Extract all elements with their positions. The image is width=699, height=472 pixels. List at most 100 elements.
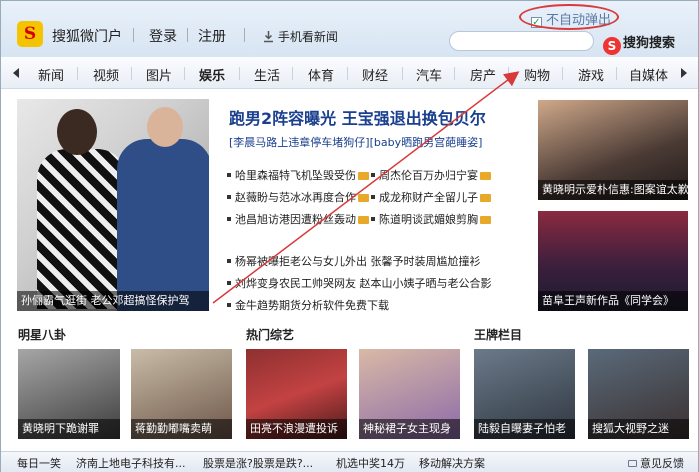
thumb-card[interactable]: 田亮不浪漫遭投诉 xyxy=(246,349,347,439)
nav-divider xyxy=(131,67,132,80)
thumb-card[interactable]: 蒋勤勤嘟嘴卖萌 xyxy=(131,349,232,439)
thumb-caption: 神秘裙子女主现身 xyxy=(359,419,460,439)
brand-title: 搜狐微门户 xyxy=(52,29,122,45)
login-link[interactable]: 登录 xyxy=(149,26,177,46)
top-bar: S 搜狐微门户 登录 注册 手机看新闻 ✓ 不自动弹出 S 搜狗搜索 xyxy=(1,1,698,57)
nav-item-entertainment[interactable]: 娱乐 xyxy=(199,65,225,84)
section-title-variety[interactable]: 热门综艺 xyxy=(246,326,294,343)
nav-item-life[interactable]: 生活 xyxy=(254,65,280,84)
register-link[interactable]: 注册 xyxy=(198,26,226,46)
thumb-card[interactable]: 神秘裙子女主现身 xyxy=(359,349,460,439)
nav-item-realestate[interactable]: 房产 xyxy=(470,65,496,84)
news-link[interactable]: 周杰伦百万办归宁宴 xyxy=(371,167,491,183)
nav-divider xyxy=(616,67,617,80)
nav-item-news[interactable]: 新闻 xyxy=(38,65,64,84)
bullet xyxy=(371,195,375,199)
nav-item-auto[interactable]: 汽车 xyxy=(416,65,442,84)
section-title-gossip[interactable]: 明星八卦 xyxy=(18,326,66,343)
nav-item-sports[interactable]: 体育 xyxy=(308,65,334,84)
news-text: 池昌旭访港因遭粉丝轰动 xyxy=(235,213,356,226)
photo-icon xyxy=(358,172,369,180)
thumb-card[interactable]: 搜狐大视野之迷 xyxy=(588,349,689,439)
thumb-card[interactable]: 黄晓明下跪谢罪 xyxy=(18,349,120,439)
bullet xyxy=(227,303,231,307)
search-input[interactable] xyxy=(449,31,594,51)
news-link[interactable]: 成龙称财产全留儿子 xyxy=(371,189,491,205)
news-link[interactable]: 金牛趋势期货分析软件免费下载 xyxy=(227,297,527,313)
right-thumb-caption: 黄晓明示爱朴信惠:图案谊太歉 xyxy=(538,180,688,200)
nav-item-finance[interactable]: 财经 xyxy=(362,65,388,84)
nav-divider xyxy=(239,67,240,80)
divider xyxy=(133,28,134,42)
status-link[interactable]: 股票是涨?股票是跌?... xyxy=(203,455,313,471)
nav-right-arrow-icon[interactable] xyxy=(681,68,687,78)
headline-subline[interactable]: [李晨马路上违章停车堵狗仔][baby晒跑男宫葩睡姿] xyxy=(229,134,482,150)
nav-divider xyxy=(562,67,563,80)
photo-icon xyxy=(358,194,369,202)
news-text: 刘烨变身农民工帅哭网友 赵本山小姨子晒与老公合影 xyxy=(235,277,492,290)
thumb-card[interactable]: 陆毅自曝妻子怕老 xyxy=(474,349,575,439)
hero-figure-left xyxy=(37,149,127,309)
hero-caption[interactable]: 孙俪霸气逛街 老公邓超搞怪保护驾 xyxy=(17,291,209,311)
news-link[interactable]: 陈道明谈武媚娘剪胸 xyxy=(371,211,491,227)
news-link[interactable]: 杨幂被曝拒老公与女儿外出 张馨予时装周尴尬撞衫 xyxy=(227,253,527,269)
sogou-search-button[interactable]: S 搜狗搜索 xyxy=(603,32,675,55)
news-link[interactable]: 赵薇盼与范冰冰再度合作 xyxy=(227,189,369,205)
sogou-logo-icon: S xyxy=(603,37,621,55)
thumb-caption: 搜狐大视野之迷 xyxy=(588,419,689,439)
nav-divider xyxy=(77,67,78,80)
status-link[interactable]: 机选中奖14万 xyxy=(336,455,405,471)
bullet xyxy=(227,195,231,199)
main-headline[interactable]: 跑男2阵容曝光 王宝强退出换包贝尔 xyxy=(229,105,486,129)
news-text: 成龙称财产全留儿子 xyxy=(379,191,478,204)
sohu-logo[interactable]: S xyxy=(17,21,43,47)
bullet xyxy=(371,173,375,177)
status-link[interactable]: 移动解决方案 xyxy=(419,455,485,471)
sogou-search-label: 搜狗搜索 xyxy=(623,36,676,51)
status-link[interactable]: 济南上地电子科技有... xyxy=(76,455,186,471)
nav-item-pictures[interactable]: 图片 xyxy=(146,65,172,84)
news-text: 杨幂被曝拒老公与女儿外出 张馨予时装周尴尬撞衫 xyxy=(235,255,481,268)
thumb-caption: 田亮不浪漫遭投诉 xyxy=(246,419,347,439)
section-title-brand[interactable]: 王牌栏目 xyxy=(474,326,522,343)
news-text: 陈道明谈武媚娘剪胸 xyxy=(379,213,478,226)
news-text: 赵薇盼与范冰冰再度合作 xyxy=(235,191,356,204)
nav-divider xyxy=(508,67,509,80)
bullet xyxy=(371,217,375,221)
nav-left-arrow-icon[interactable] xyxy=(13,68,19,78)
annotation-red-oval xyxy=(519,4,619,30)
right-thumb-bottom[interactable]: 苗阜王声新作品《同学会》 xyxy=(538,211,688,311)
mobile-news-link[interactable]: 手机看新闻 xyxy=(263,28,338,45)
bullet xyxy=(227,173,231,177)
nav-item-shopping[interactable]: 购物 xyxy=(524,65,550,84)
photo-icon xyxy=(480,172,491,180)
bullet xyxy=(227,217,231,221)
nav-divider xyxy=(184,67,185,80)
photo-icon xyxy=(358,216,369,224)
status-bar: 每日一笑 济南上地电子科技有... 股票是涨?股票是跌?... 机选中奖14万 … xyxy=(1,451,698,472)
download-icon xyxy=(264,31,273,43)
right-thumb-top[interactable]: 黄晓明示爱朴信惠:图案谊太歉 xyxy=(538,100,688,200)
nav-divider xyxy=(347,67,348,80)
divider xyxy=(244,28,245,42)
nav-item-we-media[interactable]: 自媒体 xyxy=(629,65,668,84)
hero-head-left xyxy=(57,109,97,155)
nav-divider xyxy=(292,67,293,80)
hero-figure-right xyxy=(117,139,209,311)
hero-photo[interactable]: 孙俪霸气逛街 老公邓超搞怪保护驾 xyxy=(17,99,209,311)
nav-item-games[interactable]: 游戏 xyxy=(578,65,604,84)
news-link[interactable]: 哈里森福特飞机坠毁受伤 xyxy=(227,167,369,183)
thumb-caption: 蒋勤勤嘟嘴卖萌 xyxy=(131,419,232,439)
news-text: 金牛趋势期货分析软件免费下载 xyxy=(235,299,389,312)
thumb-caption: 陆毅自曝妻子怕老 xyxy=(474,419,575,439)
feedback-link[interactable]: 意见反馈 xyxy=(628,455,684,471)
news-text: 周杰伦百万办归宁宴 xyxy=(379,169,478,182)
divider xyxy=(187,28,188,42)
hero-head-right xyxy=(147,107,183,147)
status-link[interactable]: 每日一笑 xyxy=(17,455,61,471)
news-link[interactable]: 池昌旭访港因遭粉丝轰动 xyxy=(227,211,369,227)
news-link[interactable]: 刘烨变身农民工帅哭网友 赵本山小姨子晒与老公合影 xyxy=(227,275,527,291)
nav-item-video[interactable]: 视频 xyxy=(93,65,119,84)
bullet xyxy=(227,281,231,285)
sohu-micro-portal-window: S 搜狐微门户 登录 注册 手机看新闻 ✓ 不自动弹出 S 搜狗搜索 新闻 视频 图… xyxy=(0,0,699,472)
